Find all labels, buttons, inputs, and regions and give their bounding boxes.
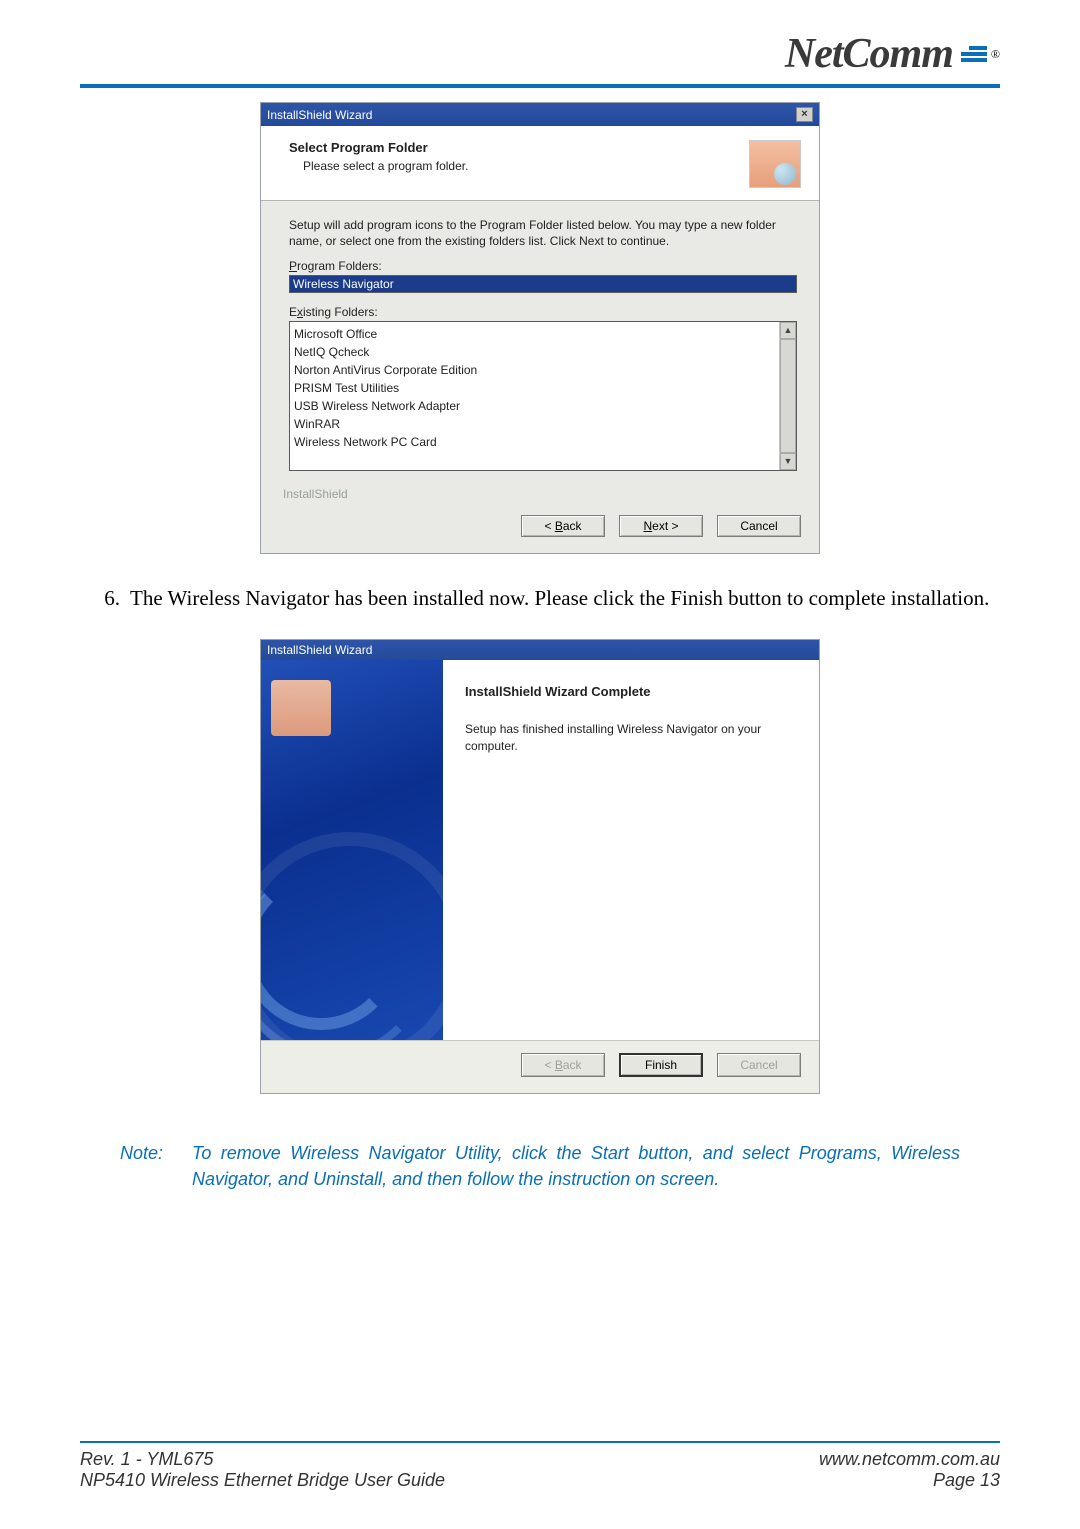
back-button: < Back xyxy=(521,1053,605,1077)
dialog-title: InstallShield Wizard xyxy=(267,108,372,122)
next-button[interactable]: Next > xyxy=(619,515,703,537)
dialog-instructions: Setup will add program icons to the Prog… xyxy=(289,217,797,249)
note-block: Note: To remove Wireless Navigator Utili… xyxy=(120,1140,960,1192)
list-item[interactable]: Norton AntiVirus Corporate Edition xyxy=(294,361,792,379)
wizard-complete-heading: InstallShield Wizard Complete xyxy=(465,684,797,699)
existing-folders-label: Existing Folders: xyxy=(289,305,797,319)
footer-url: www.netcomm.com.au xyxy=(819,1449,1000,1470)
cancel-button[interactable]: Cancel xyxy=(717,515,801,537)
footer-rev: Rev. 1 - YML675 xyxy=(80,1449,213,1470)
instruction-step-6: 6. The Wireless Navigator has been insta… xyxy=(100,584,1000,612)
dialog-titlebar[interactable]: InstallShield Wizard × xyxy=(261,103,819,126)
program-folders-label: Program Folders: xyxy=(289,259,797,273)
dialog-header: Select Program Folder Please select a pr… xyxy=(261,126,819,201)
list-item[interactable]: NetIQ Qcheck xyxy=(294,343,792,361)
logo-stripes-icon xyxy=(961,46,987,62)
back-button[interactable]: < Back xyxy=(521,515,605,537)
wizard-complete-dialog: InstallShield Wizard InstallShield Wizar… xyxy=(260,639,820,1094)
program-folders-input[interactable] xyxy=(289,275,797,293)
page-footer: Rev. 1 - YML675 www.netcomm.com.au NP541… xyxy=(80,1441,1000,1491)
scroll-down-icon[interactable]: ▼ xyxy=(780,453,796,470)
list-item[interactable]: Microsoft Office xyxy=(294,325,792,343)
dialog-header-subtitle: Please select a program folder. xyxy=(303,159,739,173)
existing-folders-listbox[interactable]: Microsoft Office NetIQ Qcheck Norton Ant… xyxy=(289,321,797,471)
dialog-titlebar[interactable]: InstallShield Wizard xyxy=(261,640,819,660)
close-icon[interactable]: × xyxy=(796,107,813,122)
step-number: 6. xyxy=(100,584,120,612)
header-divider xyxy=(80,84,1000,88)
listbox-scrollbar[interactable]: ▲ ▼ xyxy=(779,322,796,470)
select-program-folder-dialog: InstallShield Wizard × Select Program Fo… xyxy=(260,102,820,554)
step-text: The Wireless Navigator has been installe… xyxy=(130,584,1000,612)
footer-guide: NP5410 Wireless Ethernet Bridge User Gui… xyxy=(80,1470,445,1491)
list-item[interactable]: USB Wireless Network Adapter xyxy=(294,397,792,415)
list-item[interactable]: WinRAR xyxy=(294,415,792,433)
dialog-header-title: Select Program Folder xyxy=(289,140,739,155)
note-text: To remove Wireless Navigator Utility, cl… xyxy=(192,1140,960,1192)
footer-page: Page 13 xyxy=(933,1470,1000,1491)
scroll-thumb[interactable] xyxy=(780,339,796,453)
installer-box-icon xyxy=(749,140,801,188)
list-item[interactable]: PRISM Test Utilities xyxy=(294,379,792,397)
wizard-side-graphic xyxy=(261,660,443,1040)
wizard-complete-text: Setup has finished installing Wireless N… xyxy=(465,721,797,755)
note-label: Note: xyxy=(120,1140,176,1192)
brand-logo: NetComm ® xyxy=(80,30,1000,78)
installshield-brand-label: InstallShield xyxy=(261,487,819,507)
list-item[interactable]: Wireless Network PC Card xyxy=(294,433,792,451)
finish-button[interactable]: Finish xyxy=(619,1053,703,1077)
scroll-up-icon[interactable]: ▲ xyxy=(780,322,796,339)
footer-divider xyxy=(80,1441,1000,1443)
brand-name: NetComm xyxy=(785,30,953,78)
registered-mark: ® xyxy=(991,47,1000,62)
cancel-button: Cancel xyxy=(717,1053,801,1077)
dialog-title: InstallShield Wizard xyxy=(267,643,372,657)
